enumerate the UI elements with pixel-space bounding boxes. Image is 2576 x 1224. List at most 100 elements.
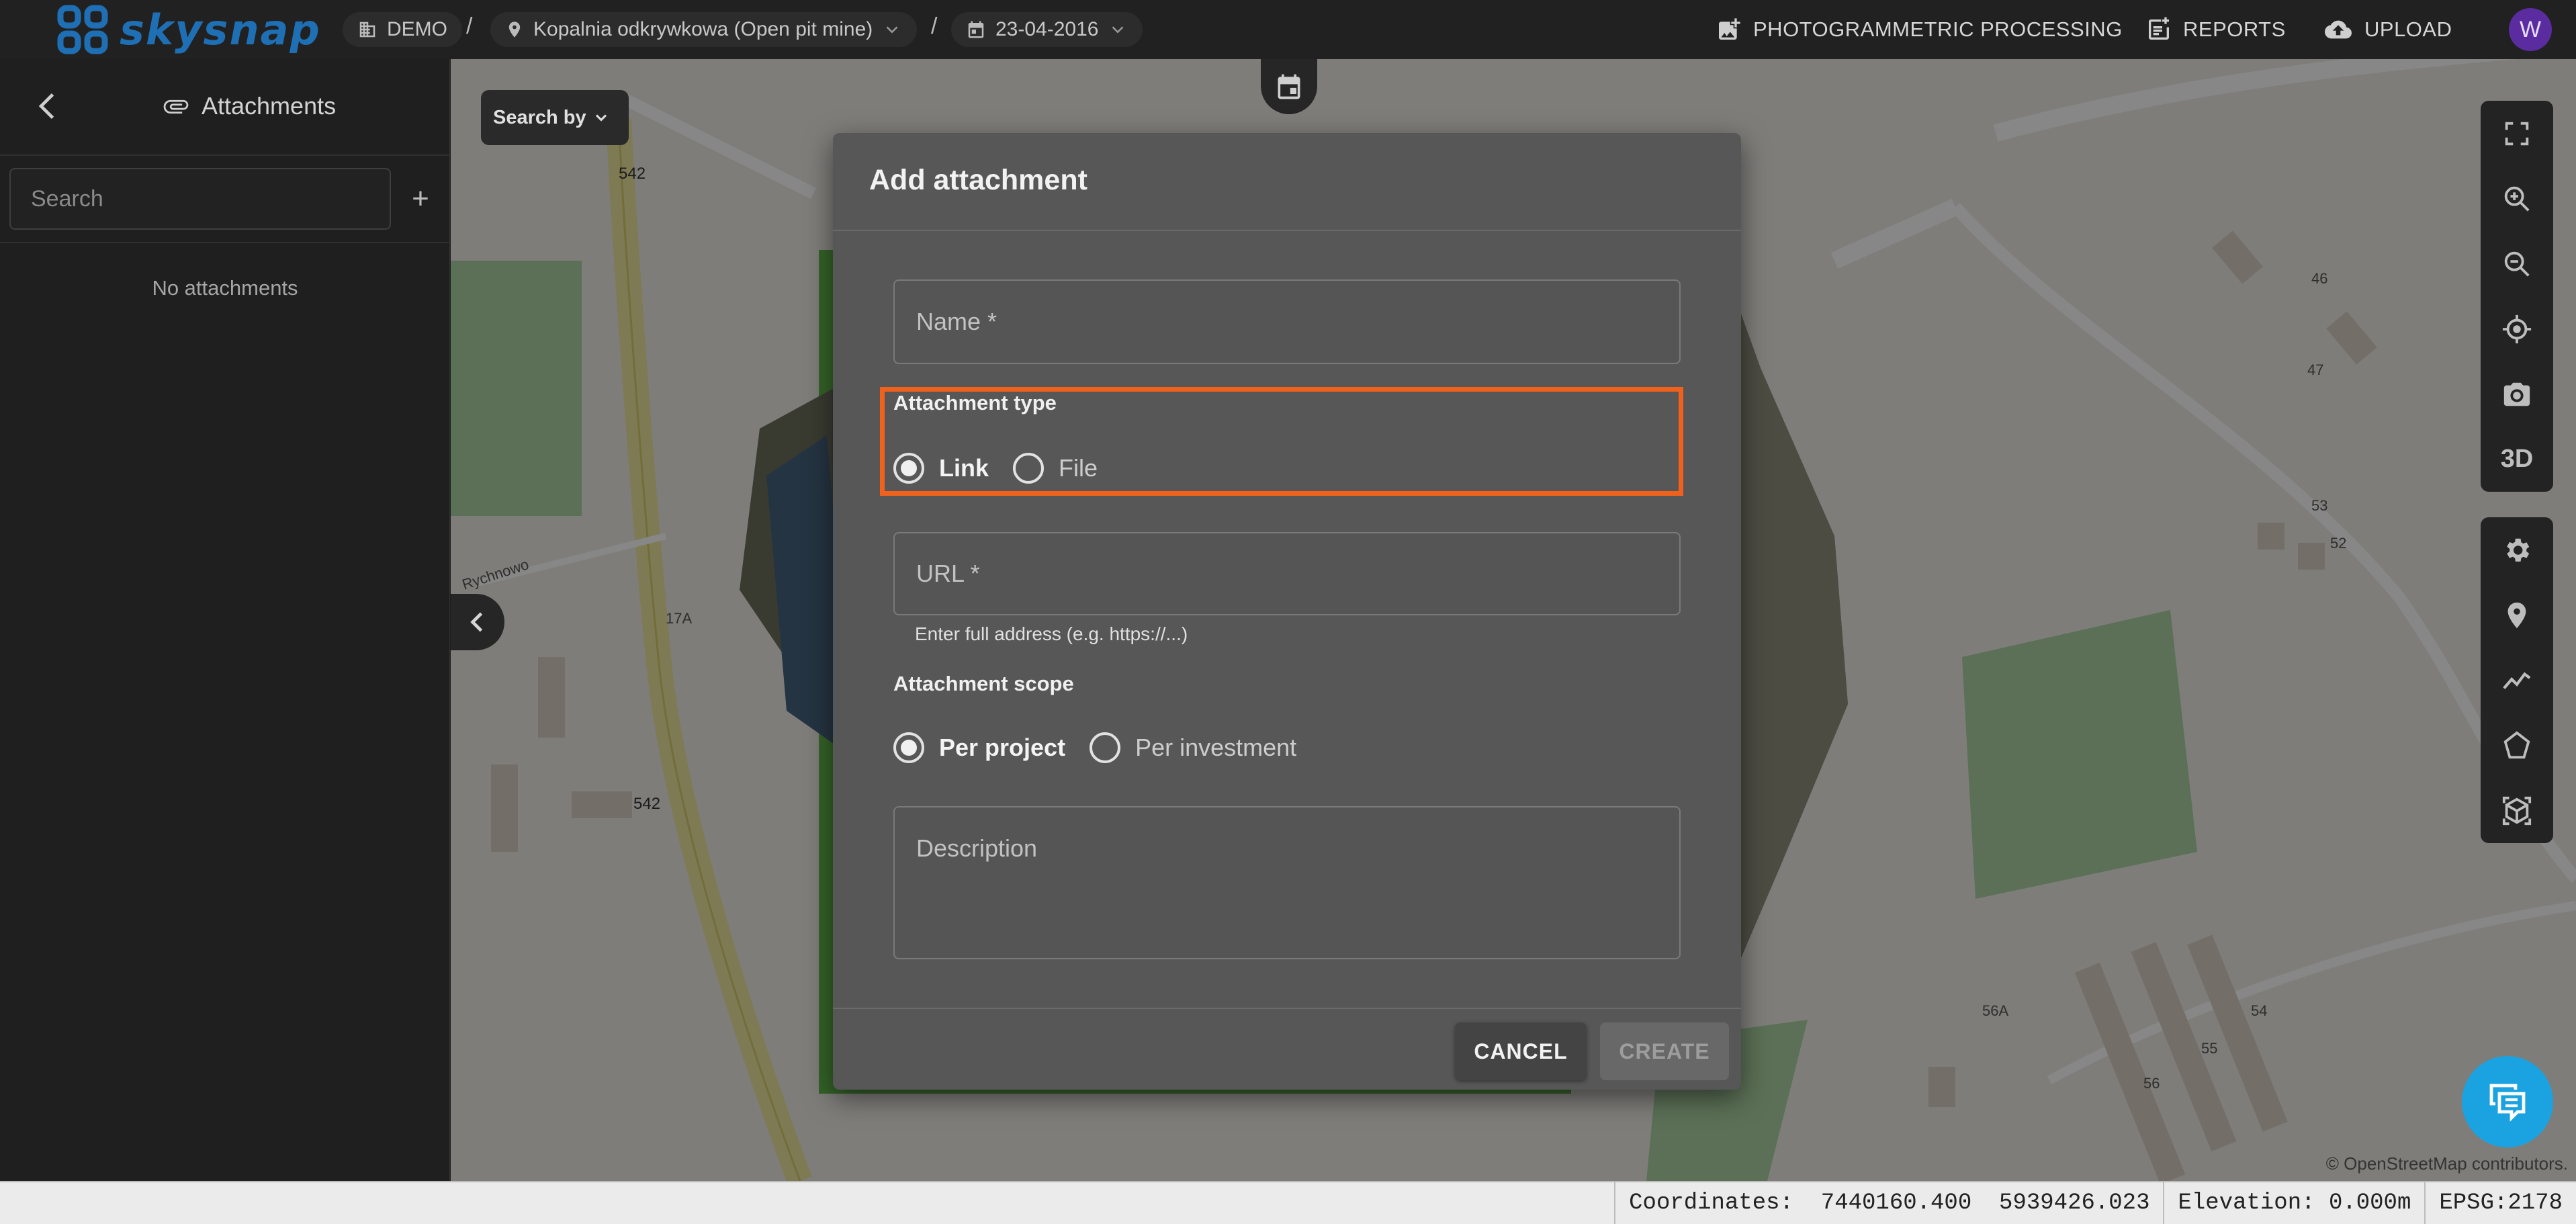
fullscreen-icon [2505, 122, 2529, 145]
camera-icon [2503, 382, 2530, 406]
attachment-scope-group: Per project Per investment [893, 732, 1321, 763]
photogrammetric-processing-label: PHOTOGRAMMETRIC PROCESSING [1753, 17, 2123, 41]
scope-project-radio[interactable]: Per project [893, 732, 1065, 763]
url-field[interactable] [893, 532, 1681, 615]
radio-unchecked-icon [1090, 732, 1121, 763]
reports-button[interactable]: REPORTS [2145, 9, 2286, 50]
location-pin-icon [508, 21, 521, 38]
elevation-value: 0.000m [2328, 1190, 2411, 1216]
breadcrumb-org[interactable]: DEMO [343, 12, 462, 47]
map-tools-top: 3D [2481, 101, 2553, 492]
chat-icon [2489, 1084, 2526, 1122]
add-attachment-button[interactable]: + [402, 180, 439, 218]
divider [833, 1008, 1741, 1009]
polygon-button[interactable] [2481, 713, 2553, 778]
attribution-suffix: contributors. [2467, 1153, 2568, 1174]
sidebar-title-label: Attachments [202, 92, 337, 120]
back-arrow-icon[interactable] [31, 89, 66, 124]
attachment-icon [163, 99, 189, 114]
chevron-left-icon [470, 612, 483, 632]
locate-button[interactable] [2481, 296, 2553, 361]
chevron-down-icon [886, 26, 898, 34]
zoom-in-button[interactable] [2481, 166, 2553, 231]
search-by-dropdown[interactable]: Search by [481, 90, 629, 145]
sidebar-header: Attachments [0, 59, 450, 153]
divider [0, 155, 450, 156]
add-marker-button[interactable] [2481, 582, 2553, 648]
search-by-label: Search by [493, 106, 586, 128]
breadcrumb-separator: / [931, 13, 938, 39]
type-link-radio[interactable]: Link [893, 453, 989, 484]
add-attachment-dialog: Add attachment Attachment type Link File… [833, 133, 1741, 1090]
screenshot-button[interactable] [2481, 361, 2553, 427]
collapse-sidebar-button[interactable] [451, 594, 504, 650]
elevation-label: Elevation: [2178, 1190, 2315, 1216]
attachment-type-label: Attachment type [893, 391, 1057, 414]
scope-investment-label: Per investment [1135, 734, 1297, 761]
sidebar-title: Attachments [161, 91, 336, 121]
map-tools-bottom [2481, 517, 2553, 843]
breadcrumb-project-label: Kopalnia odkrywkowa (Open pit mine) [533, 18, 873, 40]
elevation-cell: Elevation: 0.000m [2163, 1182, 2424, 1224]
calendar-icon [968, 21, 984, 38]
date-picker-toggle[interactable] [1261, 59, 1317, 114]
name-field[interactable] [893, 279, 1681, 364]
marker-icon [2507, 602, 2526, 628]
photogrammetric-processing-button[interactable]: PHOTOGRAMMETRIC PROCESSING [1716, 9, 2123, 50]
coordinates-cell: Coordinates: 7440160.400 5939426.023 [1614, 1182, 2163, 1224]
polyline-button[interactable] [2481, 648, 2553, 713]
zoom-out-icon [2504, 251, 2530, 277]
chevron-down-icon [1112, 26, 1124, 34]
chat-support-button[interactable] [2462, 1056, 2553, 1147]
empty-state-text: No attachments [152, 276, 298, 300]
attribution-link[interactable]: © OpenStreetMap [2326, 1153, 2467, 1174]
top-bar: skysnap DEMO / Kopalnia odkrywkowa (Open… [0, 0, 2576, 59]
upload-label: UPLOAD [2364, 17, 2452, 41]
zoom-out-button[interactable] [2481, 231, 2553, 296]
brand-mark-icon [57, 5, 108, 54]
epsg-cell: EPSG:2178 [2424, 1182, 2576, 1224]
cloud-upload-icon [2325, 20, 2352, 39]
url-helper-text: Enter full address (e.g. https://...) [915, 623, 1188, 644]
building-icon [359, 21, 375, 38]
reports-label: REPORTS [2183, 17, 2286, 41]
fullscreen-button[interactable] [2481, 101, 2553, 166]
volume-button[interactable] [2481, 778, 2553, 843]
status-bar: Coordinates: 7440160.400 5939426.023 Ele… [0, 1181, 2576, 1224]
zoom-in-icon [2504, 186, 2530, 212]
attachments-sidebar: Attachments + No attachments [0, 59, 450, 1181]
3d-view-button[interactable]: 3D [2481, 427, 2553, 492]
map-attribution: © OpenStreetMap contributors. [2326, 1153, 2568, 1174]
chevron-down-icon [595, 114, 607, 122]
scope-project-label: Per project [939, 734, 1066, 761]
coordinate-x: 7440160.400 [1820, 1190, 1972, 1216]
breadcrumb-org-label: DEMO [387, 18, 447, 40]
cancel-button[interactable]: CANCEL [1455, 1022, 1587, 1080]
cube-icon [2502, 796, 2532, 825]
breadcrumb-separator: / [466, 13, 473, 39]
brand-logo[interactable]: skysnap [56, 4, 321, 55]
attachments-search-input[interactable] [9, 168, 391, 230]
divider [0, 242, 450, 243]
type-file-label: File [1059, 454, 1098, 482]
divider [833, 230, 1741, 231]
upload-button[interactable]: UPLOAD [2323, 9, 2452, 50]
image-add-icon [1719, 18, 1740, 40]
scope-investment-radio[interactable]: Per investment [1090, 732, 1296, 763]
settings-button[interactable] [2481, 517, 2553, 582]
brand-name: skysnap [120, 5, 321, 54]
user-avatar[interactable]: W [2509, 8, 2552, 51]
create-button[interactable]: CREATE [1600, 1022, 1729, 1080]
coordinate-y: 5939426.023 [1999, 1190, 2150, 1216]
type-link-label: Link [939, 454, 989, 482]
breadcrumb-date[interactable]: 23-04-2016 [951, 12, 1143, 47]
locate-icon [2502, 314, 2532, 343]
breadcrumb-project[interactable]: Kopalnia odkrywkowa (Open pit mine) [490, 12, 918, 47]
coordinates-label: Coordinates: [1629, 1190, 1793, 1216]
attachment-type-group: Link File [893, 453, 1122, 484]
type-file-radio[interactable]: File [1013, 453, 1098, 484]
radio-unchecked-icon [1013, 453, 1045, 484]
report-add-icon [2149, 17, 2169, 40]
description-field[interactable] [893, 806, 1681, 959]
radio-checked-icon [893, 732, 924, 763]
